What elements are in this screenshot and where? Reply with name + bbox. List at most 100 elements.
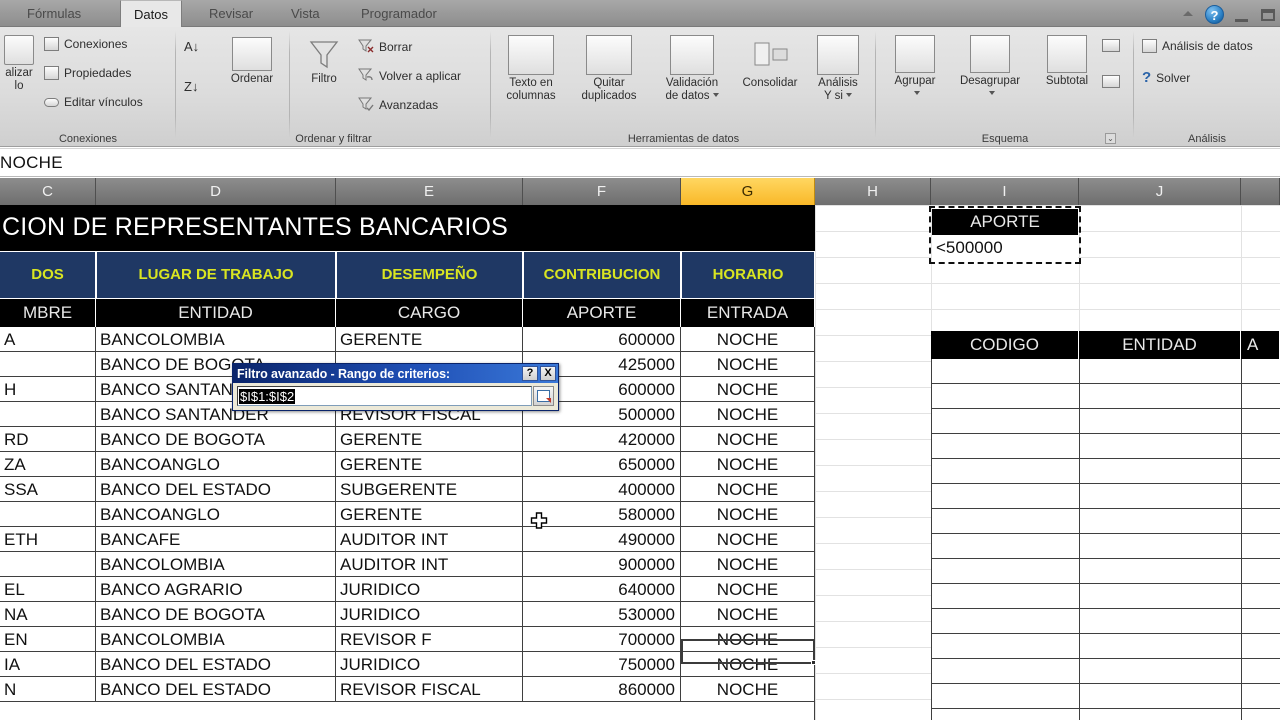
propiedades-button[interactable]: Propiedades: [44, 66, 131, 80]
extract-row[interactable]: [931, 584, 1280, 609]
borrar-button[interactable]: Borrar: [358, 38, 412, 56]
consolidar-button[interactable]: Consolidar: [735, 35, 805, 90]
cell-nombre[interactable]: A: [0, 327, 96, 352]
validacion-datos-button[interactable]: Validación de datos: [653, 35, 731, 102]
column-header-h[interactable]: H: [815, 178, 931, 205]
cell-entidad[interactable]: BANCO DEL ESTADO: [96, 652, 336, 677]
cell-nombre[interactable]: [0, 502, 96, 527]
extract-row[interactable]: [931, 534, 1280, 559]
volver-aplicar-button[interactable]: Volver a aplicar: [358, 67, 461, 85]
cell-horario[interactable]: NOCHE: [681, 552, 815, 577]
filtro-button[interactable]: Filtro: [294, 37, 354, 86]
editar-vinculos-button[interactable]: Editar vínculos: [44, 95, 143, 109]
ordenar-button[interactable]: Ordenar: [218, 37, 286, 86]
criteria-value[interactable]: <500000: [932, 235, 1078, 261]
minimize-icon[interactable]: [1231, 4, 1251, 24]
extract-row[interactable]: [931, 434, 1280, 459]
sort-za-button[interactable]: Z↓: [184, 79, 198, 94]
range-picker-button[interactable]: [533, 386, 554, 406]
tab-formulas[interactable]: Fórmulas: [14, 0, 94, 27]
cell-cargo[interactable]: GERENTE: [336, 502, 523, 527]
cell-cargo[interactable]: GERENTE: [336, 452, 523, 477]
sort-az-button[interactable]: A↓: [184, 39, 199, 54]
extract-row[interactable]: [931, 409, 1280, 434]
cell-nombre[interactable]: SSA: [0, 477, 96, 502]
extract-row[interactable]: [931, 384, 1280, 409]
cell-nombre[interactable]: N: [0, 677, 96, 702]
cell-nombre[interactable]: EN: [0, 627, 96, 652]
show-detail-button[interactable]: [1102, 39, 1120, 52]
column-header-k[interactable]: [1241, 178, 1280, 205]
cell-entidad[interactable]: BANCO DEL ESTADO: [96, 677, 336, 702]
extract-row[interactable]: [931, 634, 1280, 659]
cell-aporte[interactable]: 420000: [523, 427, 681, 452]
column-header-j[interactable]: J: [1079, 178, 1241, 205]
cell-cargo[interactable]: JURIDICO: [336, 652, 523, 677]
cell-aporte[interactable]: 700000: [523, 627, 681, 652]
criteria-range-input[interactable]: $I$1:$I$2: [237, 386, 532, 406]
column-header-c[interactable]: C: [0, 178, 96, 205]
cell-cargo[interactable]: REVISOR FISCAL: [336, 677, 523, 702]
extract-row[interactable]: [931, 459, 1280, 484]
cell-nombre[interactable]: ETH: [0, 527, 96, 552]
cell-nombre[interactable]: NA: [0, 602, 96, 627]
tab-revisar[interactable]: Revisar: [196, 0, 266, 27]
formula-bar-value[interactable]: NOCHE: [0, 153, 63, 173]
restore-icon[interactable]: [1258, 4, 1278, 24]
dialog-help-button[interactable]: ?: [522, 366, 538, 381]
column-header-e[interactable]: E: [336, 178, 523, 205]
cell-entidad[interactable]: BANCO DE BOGOTA: [96, 602, 336, 627]
texto-columnas-button[interactable]: Texto en columnas: [497, 35, 565, 102]
cell-aporte[interactable]: 860000: [523, 677, 681, 702]
cell-entidad[interactable]: BANCOLOMBIA: [96, 627, 336, 652]
avanzadas-button[interactable]: Avanzadas: [358, 96, 438, 114]
cell-entidad[interactable]: BANCO DE BOGOTA: [96, 427, 336, 452]
cell-aporte[interactable]: 530000: [523, 602, 681, 627]
dialog-close-button[interactable]: X: [540, 366, 556, 381]
analisis-ysi-button[interactable]: Análisis Y si: [807, 35, 869, 102]
cell-aporte[interactable]: 640000: [523, 577, 681, 602]
chevron-down-icon[interactable]: [913, 91, 920, 96]
cell-aporte[interactable]: 400000: [523, 477, 681, 502]
cell-nombre[interactable]: RD: [0, 427, 96, 452]
tab-datos[interactable]: Datos: [120, 0, 182, 28]
cell-cargo[interactable]: REVISOR F: [336, 627, 523, 652]
column-header-g[interactable]: G: [681, 178, 815, 205]
cell-horario[interactable]: NOCHE: [681, 402, 815, 427]
chevron-down-icon[interactable]: [845, 93, 852, 98]
chevron-down-icon[interactable]: [988, 91, 995, 96]
cell-cargo[interactable]: GERENTE: [336, 427, 523, 452]
cell-aporte[interactable]: 490000: [523, 527, 681, 552]
extract-row[interactable]: [931, 359, 1280, 384]
cell-aporte[interactable]: 750000: [523, 652, 681, 677]
cell-horario[interactable]: NOCHE: [681, 377, 815, 402]
cell-entidad[interactable]: BANCOLOMBIA: [96, 552, 336, 577]
cell-cargo[interactable]: AUDITOR INT: [336, 527, 523, 552]
cell-entidad[interactable]: BANCOANGLO: [96, 452, 336, 477]
column-header-i[interactable]: I: [931, 178, 1079, 205]
column-header-f[interactable]: F: [523, 178, 681, 205]
cell-horario[interactable]: NOCHE: [681, 652, 815, 677]
cell-horario[interactable]: NOCHE: [681, 502, 815, 527]
cell-cargo[interactable]: JURIDICO: [336, 577, 523, 602]
solver-button[interactable]: ? Solver: [1142, 69, 1190, 86]
tab-vista[interactable]: Vista: [278, 0, 333, 27]
extract-row[interactable]: [931, 709, 1280, 720]
cell-nombre[interactable]: [0, 402, 96, 427]
cell-horario[interactable]: NOCHE: [681, 452, 815, 477]
cell-horario[interactable]: NOCHE: [681, 352, 815, 377]
extract-row[interactable]: [931, 684, 1280, 709]
cell-aporte[interactable]: 650000: [523, 452, 681, 477]
cell-horario[interactable]: NOCHE: [681, 327, 815, 352]
cell-cargo[interactable]: JURIDICO: [336, 602, 523, 627]
cell-nombre[interactable]: EL: [0, 577, 96, 602]
cell-aporte[interactable]: 900000: [523, 552, 681, 577]
hide-detail-button[interactable]: [1102, 75, 1120, 88]
cell-nombre[interactable]: [0, 552, 96, 577]
cell-horario[interactable]: NOCHE: [681, 527, 815, 552]
cell-horario[interactable]: NOCHE: [681, 577, 815, 602]
desagrupar-button[interactable]: Desagrupar: [950, 35, 1030, 100]
table-row-partial[interactable]: [0, 702, 815, 720]
cell-entidad[interactable]: BANCOLOMBIA: [96, 327, 336, 352]
cell-entidad[interactable]: BANCO DEL ESTADO: [96, 477, 336, 502]
